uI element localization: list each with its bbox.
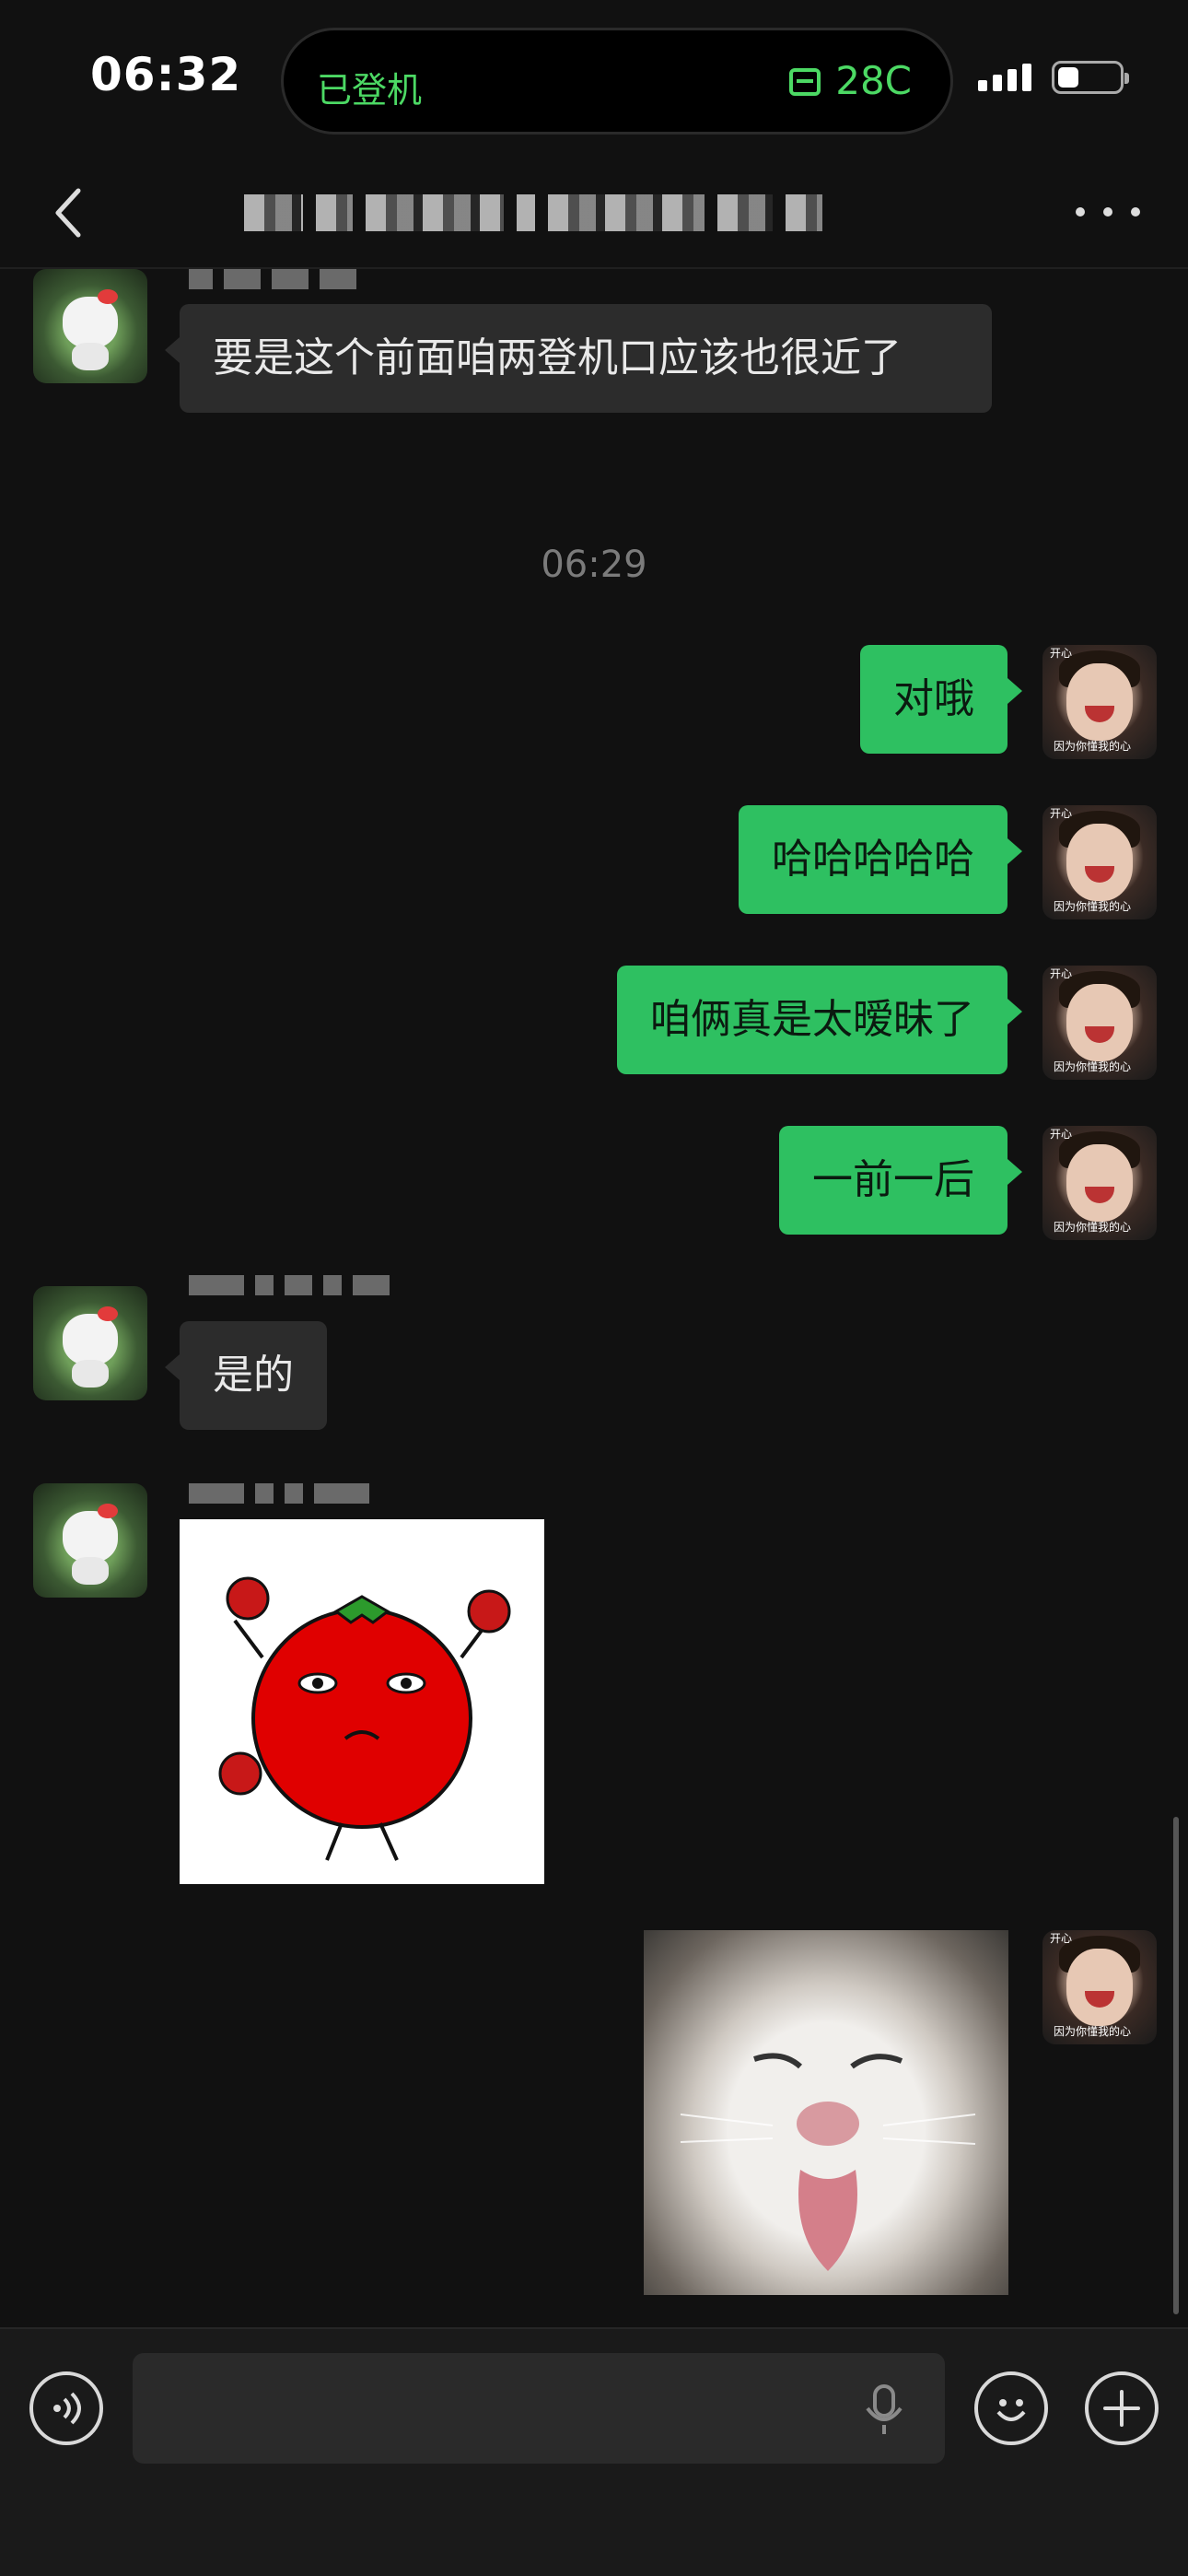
message-bubble-outgoing[interactable]: 咱俩真是太暧昧了 [617, 966, 1022, 1074]
dynamic-island[interactable]: 已登机 28C [281, 28, 953, 135]
tomato-sticker-image [218, 1576, 511, 1861]
avatar-caption-bottom: 因为你懂我的心 [1054, 1060, 1132, 1073]
hello-kitty-figure [63, 1504, 118, 1563]
gate-indicator: 28C [787, 58, 912, 103]
battery-fill [1058, 67, 1078, 88]
avatar-caption-top: 开心 [1050, 1932, 1073, 1945]
plus-icon [1103, 2390, 1140, 2427]
more-button[interactable] [1076, 192, 1140, 232]
avatar-caption-top: 开心 [1050, 1128, 1073, 1141]
message-bubble-outgoing[interactable]: 一前一后 [779, 1126, 1022, 1235]
my-avatar[interactable]: 开心 因为你懂我的心 [1042, 805, 1157, 919]
dot [1131, 207, 1140, 217]
cat-sticker-image [680, 2053, 976, 2271]
avatar-caption-top: 开心 [1050, 807, 1073, 820]
dot [1103, 207, 1112, 217]
cellular-signal-icon [978, 64, 1031, 91]
avatar-caption-top: 开心 [1050, 647, 1073, 660]
avatar-caption-top: 开心 [1050, 967, 1073, 980]
sticker-tomato-with-roses[interactable] [180, 1519, 544, 1884]
status-icons [978, 61, 1129, 94]
hello-kitty-figure [63, 289, 118, 348]
status-time: 06:32 [90, 48, 242, 101]
my-avatar[interactable]: 开心 因为你懂我的心 [1042, 966, 1157, 1080]
gate-label: 28C [835, 58, 912, 103]
contact-avatar[interactable] [33, 1483, 147, 1598]
back-button[interactable] [37, 181, 101, 245]
voice-icon [53, 2392, 81, 2425]
avatar-caption-bottom: 因为你懂我的心 [1054, 1221, 1132, 1234]
message-bubble-incoming[interactable]: 是的 [165, 1321, 327, 1430]
my-avatar[interactable]: 开心 因为你懂我的心 [1042, 1930, 1157, 2044]
contact-avatar[interactable] [33, 1286, 147, 1400]
chevron-left-icon [55, 188, 81, 238]
contact-avatar[interactable] [33, 269, 147, 383]
message-timestamp: 06:29 [541, 544, 647, 586]
hello-kitty-figure [63, 1306, 118, 1365]
sticker-cat-tongue[interactable] [644, 1930, 1008, 2295]
sender-name-redacted [189, 269, 356, 293]
chat-header [0, 157, 1188, 269]
emoji-icon [996, 2399, 1026, 2421]
sender-name-redacted [189, 1483, 369, 1507]
my-avatar[interactable]: 开心 因为你懂我的心 [1042, 645, 1157, 759]
avatar-caption-bottom: 因为你懂我的心 [1054, 2025, 1132, 2038]
mic-icon[interactable] [862, 2384, 906, 2436]
sender-name-redacted [189, 1275, 390, 1299]
dot [1076, 207, 1085, 217]
message-bubble-outgoing[interactable]: 哈哈哈哈哈 [739, 805, 1022, 914]
flight-status-text: 已登机 [317, 70, 423, 111]
gate-icon [789, 67, 821, 96]
emoji-button[interactable] [974, 2371, 1048, 2445]
chat-message-list[interactable]: 要是这个前面咱两登机口应该也很近了 06:29 对哦 开心 因为你懂我的心 哈哈… [0, 269, 1188, 2327]
voice-toggle-button[interactable] [29, 2371, 103, 2445]
message-input[interactable] [133, 2353, 945, 2464]
status-bar: 06:32 已登机 28C [0, 0, 1188, 157]
scrollbar[interactable] [1173, 1817, 1179, 2314]
chat-title-redacted [244, 190, 926, 236]
message-bubble-outgoing[interactable]: 对哦 [860, 645, 1022, 754]
avatar-caption-bottom: 因为你懂我的心 [1054, 740, 1132, 753]
my-avatar[interactable]: 开心 因为你懂我的心 [1042, 1126, 1157, 1240]
input-bar [0, 2327, 1188, 2576]
battery-icon [1052, 61, 1129, 94]
avatar-caption-bottom: 因为你懂我的心 [1054, 900, 1132, 913]
more-actions-button[interactable] [1085, 2371, 1159, 2445]
message-bubble-incoming[interactable]: 要是这个前面咱两登机口应该也很近了 [165, 304, 992, 413]
